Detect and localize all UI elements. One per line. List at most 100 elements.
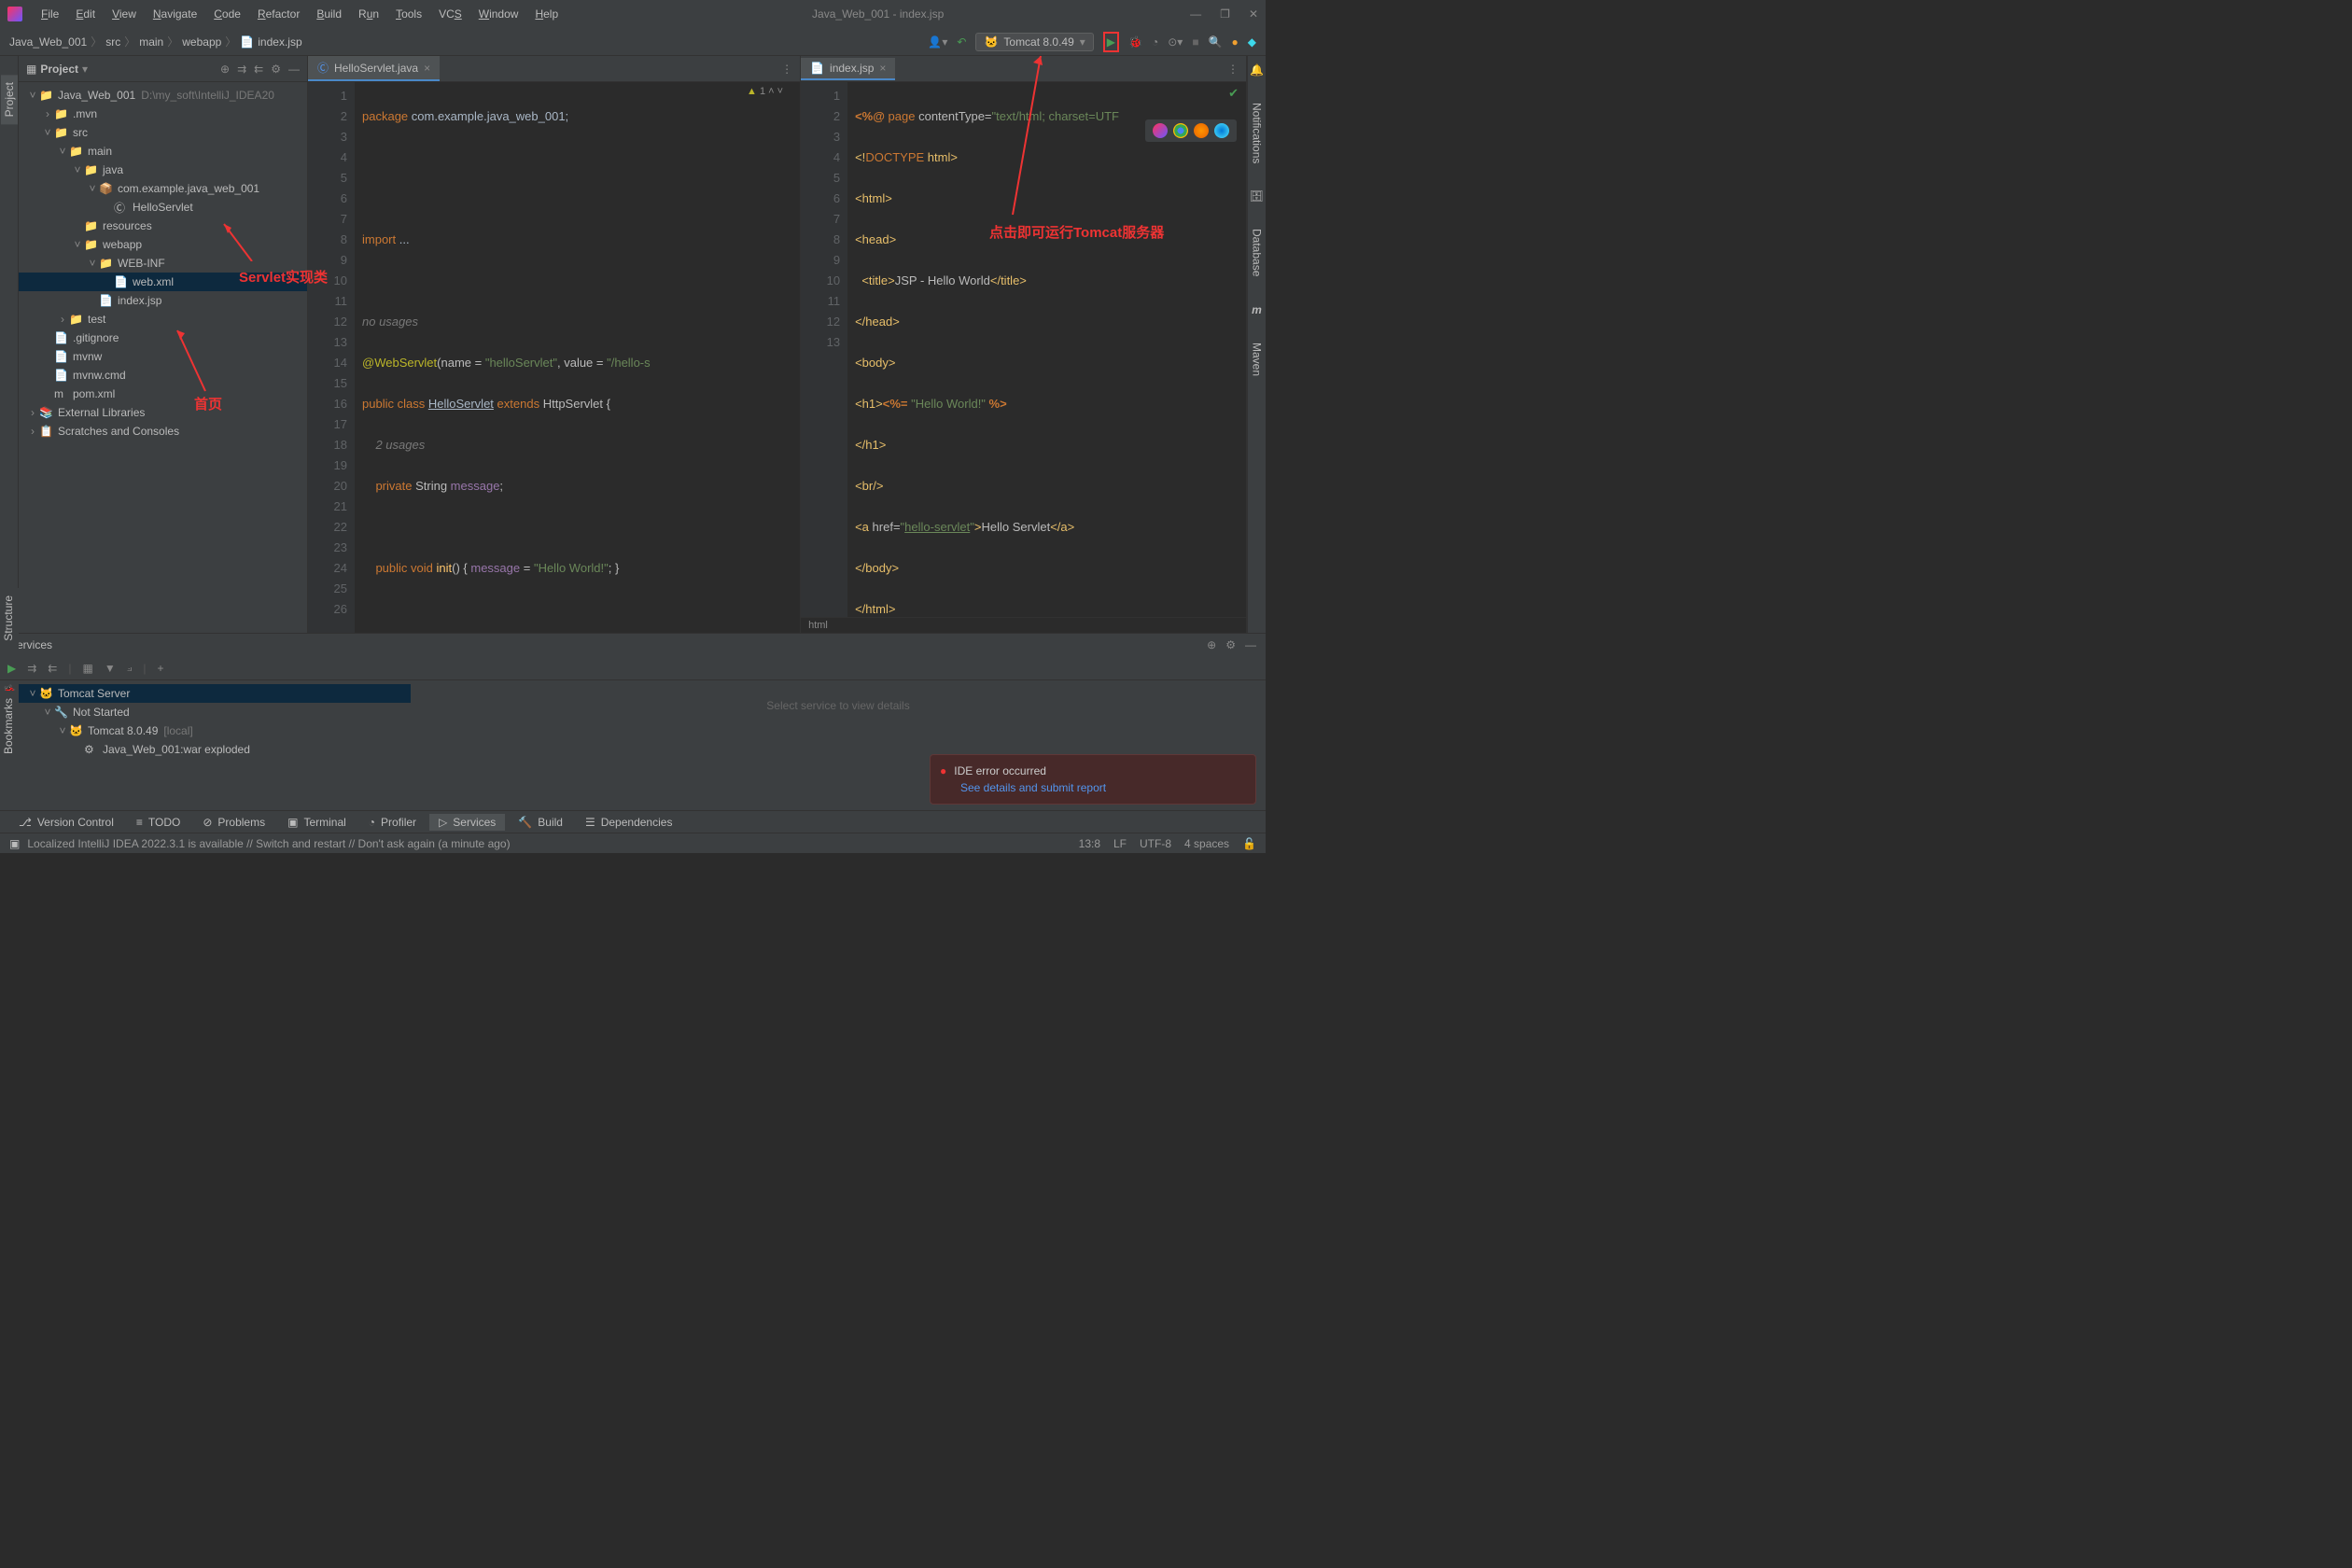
- btab-todo[interactable]: ≡TODO: [127, 814, 189, 831]
- run-button[interactable]: ▶: [1103, 32, 1119, 52]
- close-button[interactable]: ✕: [1249, 7, 1258, 21]
- chrome-icon[interactable]: [1173, 123, 1188, 138]
- tree-item[interactable]: 📄index.jsp: [19, 291, 307, 310]
- stop-icon[interactable]: ■: [1192, 35, 1198, 49]
- project-tool-button[interactable]: Project: [1, 75, 18, 124]
- btab-build[interactable]: 🔨Build: [509, 814, 572, 831]
- tree-item[interactable]: mpom.xml: [19, 385, 307, 403]
- add-icon[interactable]: +: [158, 662, 164, 675]
- menu-window[interactable]: Window: [471, 4, 526, 24]
- services-tree-item[interactable]: ˅🐱Tomcat Server: [19, 684, 411, 703]
- line-ending[interactable]: LF: [1113, 837, 1127, 850]
- tree-item[interactable]: ˅📁Java_Web_001D:\my_soft\IntelliJ_IDEA20: [19, 86, 307, 105]
- close-tab-icon[interactable]: ×: [424, 62, 430, 75]
- code-editor-left[interactable]: 1234567891011121314151617181920212223242…: [308, 82, 800, 633]
- filter-icon[interactable]: ▼: [105, 662, 116, 675]
- run-config-selector[interactable]: 🐱 Tomcat 8.0.49 ▾: [975, 33, 1093, 51]
- tree-item[interactable]: ˅📁java: [19, 161, 307, 179]
- collapse-all-icon[interactable]: ⇇: [254, 63, 263, 76]
- encoding[interactable]: UTF-8: [1140, 837, 1171, 850]
- indent[interactable]: 4 spaces: [1184, 837, 1229, 850]
- menu-tools[interactable]: Tools: [388, 4, 429, 24]
- maven-tool-button[interactable]: Maven: [1249, 335, 1266, 384]
- breadcrumb-item[interactable]: src: [105, 35, 120, 49]
- editor-breadcrumb[interactable]: html: [801, 617, 1246, 633]
- firefox-icon[interactable]: [1194, 123, 1209, 138]
- services-tree-item[interactable]: ˅🐱Tomcat 8.0.49[local]: [19, 721, 411, 740]
- tree-item[interactable]: ˅📁WEB-INF: [19, 254, 307, 273]
- structure-tool-button[interactable]: Structure: [0, 588, 17, 649]
- code-editor-right[interactable]: 12345678910111213 <%@ page contentType="…: [801, 82, 1246, 617]
- tab-more-icon[interactable]: ⋮: [1220, 63, 1246, 76]
- profiler-icon[interactable]: ⊙▾: [1168, 35, 1183, 49]
- add-user-icon[interactable]: 👤▾: [928, 35, 947, 49]
- menu-file[interactable]: File: [34, 4, 66, 24]
- close-tab-icon[interactable]: ×: [879, 62, 886, 75]
- btab-vcs[interactable]: ⎇Version Control: [9, 814, 123, 831]
- readonly-icon[interactable]: 🔓: [1242, 837, 1256, 850]
- hide-icon[interactable]: —: [1245, 638, 1256, 651]
- run-icon[interactable]: ▶: [7, 662, 16, 675]
- tab-helloservlet[interactable]: Ⓒ HelloServlet.java ×: [308, 56, 440, 81]
- breadcrumb-item[interactable]: Java_Web_001: [9, 35, 87, 49]
- maven-icon[interactable]: m: [1252, 303, 1262, 316]
- tree-item[interactable]: 📄web.xml: [19, 273, 307, 291]
- error-details-link[interactable]: See details and submit report: [960, 781, 1246, 794]
- tree-item[interactable]: 📄mvnw.cmd: [19, 366, 307, 385]
- search-icon[interactable]: 🔍: [1209, 35, 1223, 49]
- tree-item[interactable]: ⒸHelloServlet: [19, 198, 307, 217]
- intellij-icon[interactable]: [1153, 123, 1168, 138]
- menu-help[interactable]: Help: [527, 4, 566, 24]
- tree-item[interactable]: ˅📦com.example.java_web_001: [19, 179, 307, 198]
- minimize-button[interactable]: —: [1190, 7, 1201, 21]
- tree-item[interactable]: ˅📁main: [19, 142, 307, 161]
- tree-item[interactable]: ›📁test: [19, 310, 307, 329]
- status-message[interactable]: Localized IntelliJ IDEA 2022.3.1 is avai…: [27, 837, 1078, 850]
- tree-icon-2[interactable]: ⇇: [48, 662, 57, 675]
- breadcrumb-item[interactable]: main: [139, 35, 163, 49]
- services-tree-item[interactable]: ˅🔧Not Started: [19, 703, 411, 721]
- maximize-button[interactable]: ❐: [1220, 7, 1230, 21]
- notifications-icon[interactable]: 🔔: [1250, 63, 1264, 77]
- debug-icon[interactable]: 🐞: [1128, 35, 1142, 49]
- tree-item[interactable]: ›📁.mvn: [19, 105, 307, 123]
- menu-navigate[interactable]: Navigate: [146, 4, 204, 24]
- menu-run[interactable]: Run: [351, 4, 386, 24]
- settings-icon[interactable]: ⚙: [1225, 638, 1236, 651]
- settings-icon[interactable]: ⚙: [271, 63, 281, 76]
- tree-item[interactable]: 📄.gitignore: [19, 329, 307, 347]
- code-left[interactable]: package com.example.java_web_001; import…: [355, 82, 800, 633]
- expand-all-icon[interactable]: ⇉: [237, 63, 246, 76]
- settings-gear-icon[interactable]: ◆: [1248, 35, 1256, 49]
- breadcrumb-item[interactable]: index.jsp: [258, 35, 301, 49]
- coverage-icon[interactable]: ◔: [1152, 35, 1158, 49]
- database-icon[interactable]: 🗄: [1250, 189, 1264, 203]
- menu-refactor[interactable]: Refactor: [250, 4, 307, 24]
- menu-code[interactable]: Code: [206, 4, 248, 24]
- services-tree-item[interactable]: ⚙Java_Web_001:war exploded: [19, 740, 411, 759]
- group-icon[interactable]: ⟓: [127, 661, 133, 675]
- tree-icon[interactable]: ⇉: [27, 662, 36, 675]
- locate-icon[interactable]: ⊕: [1207, 638, 1216, 651]
- tree-item[interactable]: ˅📁src: [19, 123, 307, 142]
- tab-more-icon[interactable]: ⋮: [774, 63, 800, 76]
- edge-icon[interactable]: [1214, 123, 1229, 138]
- grid-icon[interactable]: ▦: [82, 662, 92, 675]
- tree-item[interactable]: 📁resources: [19, 217, 307, 235]
- inspection-indicator[interactable]: ▲ 1 ˄ ˅: [747, 86, 783, 97]
- menu-vcs[interactable]: VCS: [431, 4, 469, 24]
- btab-terminal[interactable]: ▣Terminal: [278, 814, 356, 831]
- btab-services[interactable]: ▷Services: [429, 814, 505, 831]
- tree-item[interactable]: ›📋Scratches and Consoles: [19, 422, 307, 441]
- breadcrumb-item[interactable]: webapp: [182, 35, 221, 49]
- tab-indexjsp[interactable]: 📄 index.jsp ×: [801, 58, 895, 80]
- ide-events-icon[interactable]: ●: [1232, 35, 1239, 49]
- btab-profiler[interactable]: ◔Profiler: [359, 814, 426, 831]
- bookmarks-tool-button[interactable]: Bookmarks: [0, 691, 17, 762]
- cursor-position[interactable]: 13:8: [1079, 837, 1100, 850]
- back-icon[interactable]: ↶: [957, 35, 966, 49]
- btab-problems[interactable]: ⊘Problems: [193, 814, 274, 831]
- database-tool-button[interactable]: Database: [1249, 221, 1266, 284]
- status-icon[interactable]: ▣: [9, 837, 20, 850]
- code-right[interactable]: <%@ page contentType="text/html; charset…: [847, 82, 1246, 617]
